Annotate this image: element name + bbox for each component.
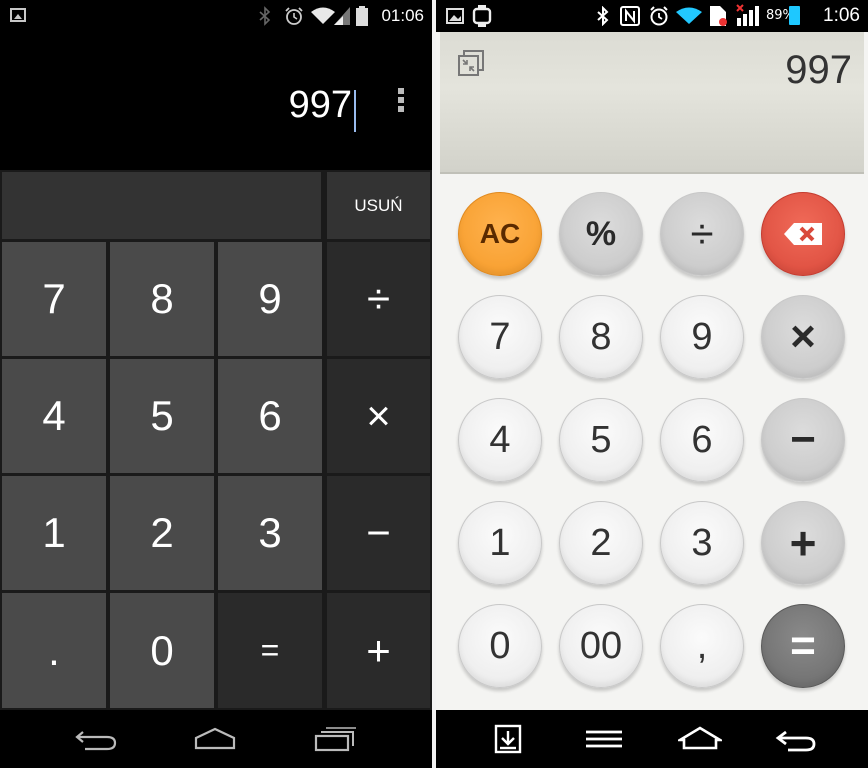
percent-button[interactable]: %	[559, 192, 643, 276]
watch-icon	[472, 5, 492, 27]
key-5[interactable]: 5	[110, 359, 214, 473]
divide-button[interactable]: ÷	[660, 192, 744, 276]
download-icon[interactable]	[486, 724, 530, 754]
keypad: USUŃ 7 8 9 ÷ 4 5 6 × 1 2 3 − . 0 = +	[0, 170, 432, 710]
multiply-button[interactable]: ×	[327, 359, 430, 473]
display-value: 997	[288, 84, 352, 126]
signal-icon	[334, 7, 350, 25]
bluetooth-icon	[597, 6, 609, 26]
back-icon[interactable]	[774, 724, 818, 754]
key-4[interactable]: 4	[2, 359, 106, 473]
key-3[interactable]: 3	[660, 501, 744, 585]
alarm-icon	[285, 7, 303, 25]
key-6[interactable]: 6	[660, 398, 744, 482]
key-3[interactable]: 3	[218, 476, 322, 590]
subtract-button[interactable]: −	[327, 476, 430, 590]
key-7[interactable]: 7	[458, 295, 542, 379]
key-7[interactable]: 7	[2, 242, 106, 356]
calculator-display[interactable]: 997	[0, 32, 432, 170]
key-00[interactable]: 00	[559, 604, 643, 688]
equals-button[interactable]: =	[218, 593, 322, 708]
key-8[interactable]: 8	[559, 295, 643, 379]
key-5[interactable]: 5	[559, 398, 643, 482]
menu-icon[interactable]	[582, 724, 626, 754]
gallery-icon	[446, 8, 464, 24]
key-0[interactable]: 0	[110, 593, 214, 708]
home-icon[interactable]	[193, 726, 237, 752]
key-8[interactable]: 8	[110, 242, 214, 356]
recents-icon[interactable]	[313, 726, 357, 752]
key-9[interactable]: 9	[660, 295, 744, 379]
status-time: 01:06	[381, 6, 424, 25]
compact-mode-icon[interactable]	[458, 50, 484, 76]
status-time: 1:06	[823, 5, 860, 26]
all-clear-button[interactable]: AC	[458, 192, 542, 276]
multiply-button[interactable]: ×	[761, 295, 845, 379]
battery-icon	[356, 6, 368, 26]
key-6[interactable]: 6	[218, 359, 322, 473]
bluetooth-icon	[259, 6, 271, 26]
status-bar: 89% 1:06	[436, 0, 868, 32]
navigation-bar	[0, 710, 432, 768]
key-1[interactable]: 1	[2, 476, 106, 590]
wifi-icon	[676, 7, 702, 24]
add-button[interactable]: +	[327, 593, 430, 708]
backspace-button[interactable]	[761, 192, 845, 276]
nfc-icon	[620, 6, 640, 26]
comma-button[interactable]: ,	[660, 604, 744, 688]
battery-icon	[789, 6, 800, 25]
key-9[interactable]: 9	[218, 242, 322, 356]
overflow-menu-icon[interactable]	[398, 88, 406, 115]
formula-area	[2, 172, 321, 239]
calculator-display[interactable]: 997	[440, 32, 864, 174]
display-value: 997	[785, 48, 852, 92]
right-phone-calculator: 89% 1:06 997 AC % ÷ 7 8 9 × 4 5 6 − 1 2 …	[436, 0, 868, 768]
wifi-icon	[311, 7, 335, 24]
signal-icon	[736, 4, 759, 26]
decimal-point-button[interactable]: .	[2, 593, 106, 708]
subtract-button[interactable]: −	[761, 398, 845, 482]
text-cursor	[354, 90, 356, 132]
add-button[interactable]: +	[761, 501, 845, 585]
key-4[interactable]: 4	[458, 398, 542, 482]
navigation-bar	[436, 710, 868, 768]
status-bar: 01:06	[0, 0, 432, 32]
back-icon[interactable]	[75, 726, 119, 752]
key-2[interactable]: 2	[110, 476, 214, 590]
divide-button[interactable]: ÷	[327, 242, 430, 356]
sim-icon	[710, 6, 727, 26]
key-0[interactable]: 0	[458, 604, 542, 688]
gallery-icon	[10, 8, 26, 22]
equals-button[interactable]: =	[761, 604, 845, 688]
home-icon[interactable]	[678, 724, 722, 754]
backspace-icon	[784, 223, 822, 245]
key-2[interactable]: 2	[559, 501, 643, 585]
delete-button[interactable]: USUŃ	[327, 172, 430, 239]
left-phone-calculator: 01:06 997 USUŃ 7 8 9 ÷ 4 5 6 × 1 2 3 − .…	[0, 0, 432, 768]
key-1[interactable]: 1	[458, 501, 542, 585]
alarm-icon	[650, 6, 668, 26]
